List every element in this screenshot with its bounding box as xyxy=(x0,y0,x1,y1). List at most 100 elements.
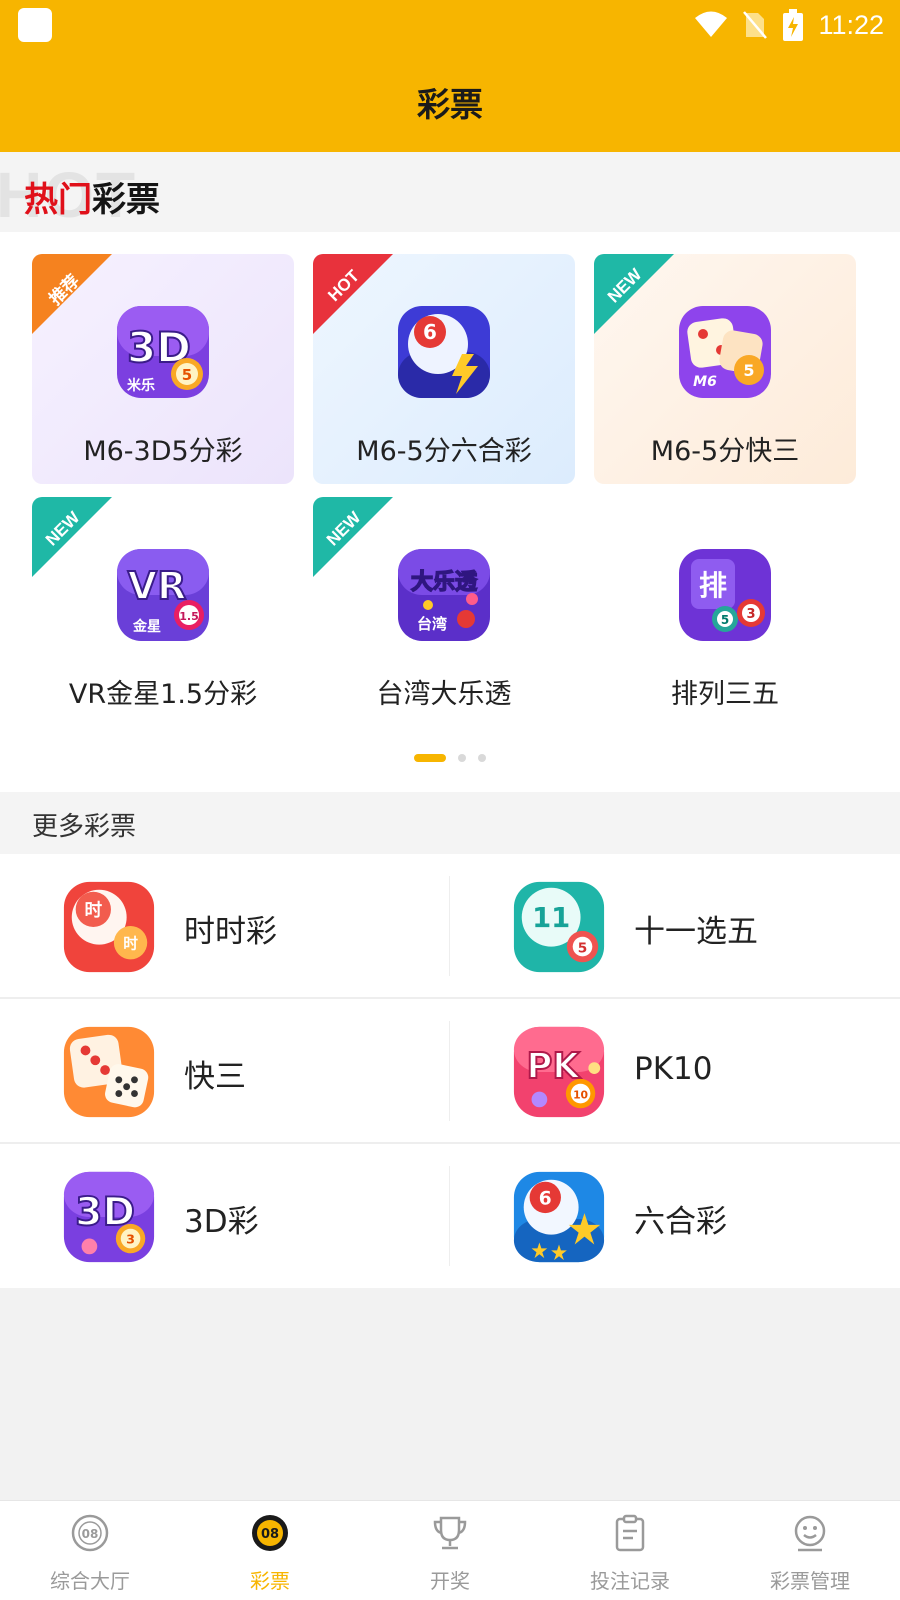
svg-text:3: 3 xyxy=(126,1232,135,1247)
status-bar: 11:22 xyxy=(0,0,900,50)
hot-card-pailie[interactable]: 排 5 3 排列三五 xyxy=(594,497,856,727)
svg-text:米乐: 米乐 xyxy=(127,377,155,394)
hot-card-taiwan-lotto[interactable]: NEW 大乐透 台湾 台湾大乐透 xyxy=(313,497,575,727)
bottom-nav: 08 综合大厅 08 彩票 开奖 投注记录 彩票管理 xyxy=(0,1500,900,1600)
hot-card-3d5[interactable]: 推荐 3D 5 米乐 M6-3D5分彩 xyxy=(32,254,294,484)
svg-text:时: 时 xyxy=(84,900,102,921)
hot-section-header: HOT 热门彩票 xyxy=(0,152,900,232)
more-item-k3[interactable]: 快三 xyxy=(0,999,449,1144)
more-row: 时时 时时彩 11 5 十一选五 xyxy=(0,854,900,999)
item-label: 时时彩 xyxy=(184,914,277,950)
page-dot[interactable] xyxy=(478,754,486,762)
wifi-icon xyxy=(695,11,728,37)
more-section-header: 更多彩票 xyxy=(0,792,900,854)
svg-text:5: 5 xyxy=(721,613,729,627)
hot-card-vr[interactable]: NEW VR 1.5 金星 VR金星1.5分彩 xyxy=(32,497,294,727)
badge-new: NEW xyxy=(32,497,112,577)
more-item-six-lottery[interactable]: 6 六合彩 xyxy=(450,1144,899,1289)
card-name: M6-5分六合彩 xyxy=(356,436,532,467)
pailie-icon: 排 5 3 xyxy=(675,545,775,645)
dice-icon: 5 M6 xyxy=(675,302,775,402)
page-dot-active[interactable] xyxy=(414,754,446,762)
more-item-pk10[interactable]: PK 10 PK10 xyxy=(450,999,899,1144)
svg-text:时: 时 xyxy=(123,936,138,953)
card-name: VR金星1.5分彩 xyxy=(68,679,258,710)
page-title: 彩票 xyxy=(417,85,483,124)
item-label: 六合彩 xyxy=(634,1204,727,1240)
hot-card-k3[interactable]: NEW 5 M6 M6-5分快三 xyxy=(594,254,856,484)
badge-new: NEW xyxy=(594,254,674,334)
shishicai-icon: 时时 xyxy=(60,878,158,976)
clipboard-icon xyxy=(610,1513,650,1553)
badge-recommend: 推荐 xyxy=(32,254,112,334)
svg-text:10: 10 xyxy=(573,1088,588,1101)
battery-charging-icon xyxy=(783,9,804,41)
nav-label: 开奖 xyxy=(430,1569,470,1593)
hot-title-red: 热门 xyxy=(24,180,92,220)
eleven-pick-five-icon: 11 5 xyxy=(510,878,608,976)
nav-tab-draw[interactable]: 开奖 xyxy=(360,1501,540,1600)
3d-lottery-icon: 3D 3 xyxy=(60,1168,158,1266)
badge-hot: HOT xyxy=(313,254,393,334)
svg-text:PK: PK xyxy=(527,1046,582,1087)
nav-tab-lobby[interactable]: 08 综合大厅 xyxy=(0,1501,180,1600)
svg-text:VR: VR xyxy=(128,564,187,608)
svg-text:11: 11 xyxy=(532,903,570,934)
svg-text:金星: 金星 xyxy=(132,618,161,635)
more-section-title: 更多彩票 xyxy=(32,812,137,842)
item-label: 快三 xyxy=(184,1059,246,1095)
trophy-icon xyxy=(430,1513,470,1553)
six-ball-icon: 6 xyxy=(394,302,494,402)
more-row: 3D 3 3D彩 6 六合彩 xyxy=(0,1144,900,1288)
six-ball-icon: 6 xyxy=(510,1168,608,1266)
nav-label: 投注记录 xyxy=(590,1569,670,1593)
more-item-3d[interactable]: 3D 3 3D彩 xyxy=(0,1144,449,1289)
item-label: 十一选五 xyxy=(634,914,758,950)
3d-lottery-icon: 3D 5 米乐 xyxy=(113,302,213,402)
svg-text:台湾: 台湾 xyxy=(417,615,447,633)
nav-label: 彩票管理 xyxy=(770,1569,850,1593)
status-icons: 11:22 xyxy=(694,8,884,42)
svg-text:排: 排 xyxy=(699,569,727,602)
lottery-icon: 08 xyxy=(250,1513,290,1553)
svg-text:5: 5 xyxy=(182,366,192,384)
app-header: 彩票 xyxy=(0,50,900,152)
nav-label: 综合大厅 xyxy=(50,1569,130,1593)
card-name: M6-5分快三 xyxy=(650,436,800,467)
page-dot[interactable] xyxy=(458,754,466,762)
svg-text:5: 5 xyxy=(578,940,588,956)
svg-text:08: 08 xyxy=(82,1527,99,1541)
item-label: PK10 xyxy=(634,1051,713,1087)
svg-text:大乐透: 大乐透 xyxy=(411,570,478,595)
svg-text:6: 6 xyxy=(539,1188,552,1209)
clock: 11:22 xyxy=(818,9,884,40)
dice-icon xyxy=(60,1023,158,1121)
card-name: 台湾大乐透 xyxy=(376,679,512,710)
smiley-icon xyxy=(790,1513,830,1553)
svg-text:5: 5 xyxy=(743,361,754,380)
more-item-shishicai[interactable]: 时时 时时彩 xyxy=(0,854,449,999)
card-name: M6-3D5分彩 xyxy=(83,436,243,467)
svg-text:6: 6 xyxy=(423,320,437,344)
notification-icon xyxy=(18,8,52,42)
lotto-icon: 大乐透台湾 xyxy=(394,545,494,645)
hot-card-six-lottery[interactable]: HOT 6 M6-5分六合彩 xyxy=(313,254,575,484)
nav-tab-lottery-manage[interactable]: 彩票管理 xyxy=(720,1501,900,1600)
svg-text:08: 08 xyxy=(261,1527,279,1542)
hot-section-title: 热门彩票 xyxy=(24,172,160,221)
card-name: 排列三五 xyxy=(671,679,779,710)
page-indicator xyxy=(0,754,900,762)
more-item-eleven-pick-five[interactable]: 11 5 十一选五 xyxy=(450,854,899,999)
nav-label: 彩票 xyxy=(250,1569,290,1593)
nav-tab-lottery[interactable]: 08 彩票 xyxy=(180,1501,360,1600)
svg-text:3: 3 xyxy=(746,607,755,622)
badge-new: NEW xyxy=(313,497,393,577)
svg-text:1.5: 1.5 xyxy=(179,610,199,623)
hot-lottery-carousel[interactable]: 推荐 3D 5 米乐 M6-3D5分彩 HOT 6 M6-5分六合彩 NEW 5 M6… xyxy=(0,232,900,792)
more-row: 快三 PK 10 PK10 xyxy=(0,999,900,1144)
pk10-icon: PK 10 xyxy=(510,1023,608,1121)
vr-lottery-icon: VR 1.5 金星 xyxy=(113,545,213,645)
no-sim-icon xyxy=(743,11,768,39)
nav-tab-bet-records[interactable]: 投注记录 xyxy=(540,1501,720,1600)
hot-title-dark: 彩票 xyxy=(92,180,160,220)
